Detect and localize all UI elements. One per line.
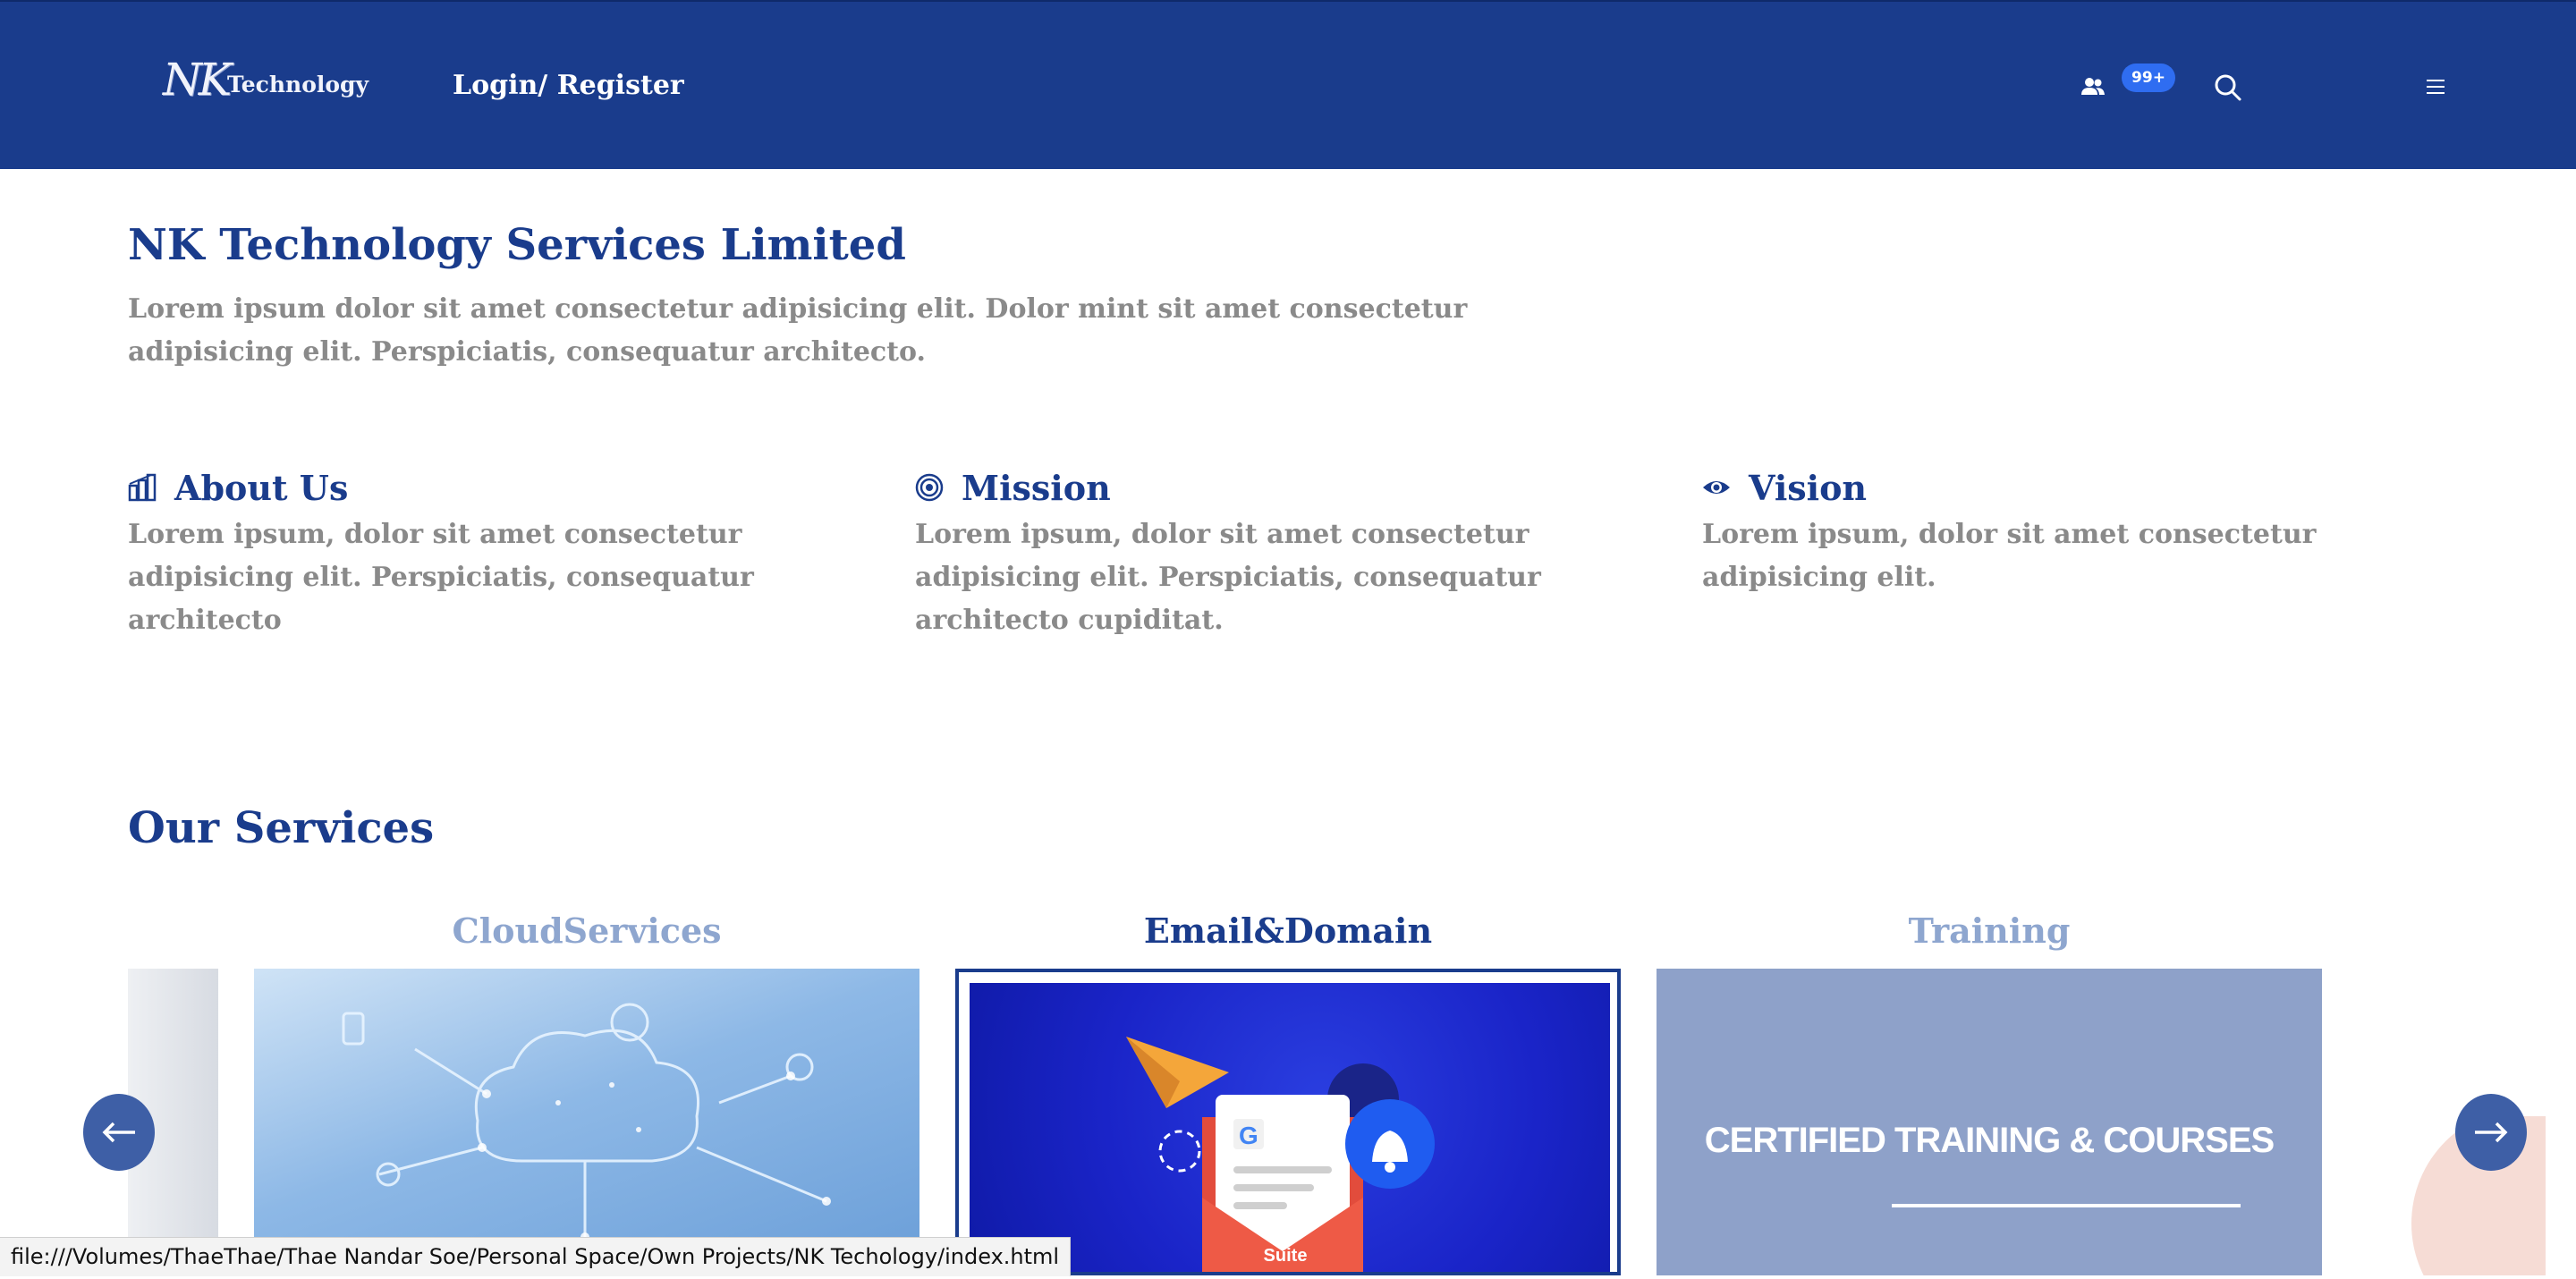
feature-text: Lorem ipsum, dolor sit amet consectetur …	[128, 519, 754, 636]
users-icon[interactable]	[2080, 73, 2106, 100]
service-label-training[interactable]: Training	[1657, 911, 2322, 951]
hamburger-menu-icon[interactable]	[2426, 77, 2445, 97]
search-icon[interactable]	[2213, 72, 2243, 103]
service-label-email[interactable]: Email&Domain	[955, 911, 1621, 951]
training-card-underline	[1892, 1204, 2241, 1207]
logo-wordmark: Technology	[227, 72, 369, 97]
services-section-title: Our Services	[128, 803, 435, 853]
company-title: NK Technology Services Limited	[128, 220, 906, 270]
feature-title: Mission	[962, 467, 1111, 508]
email-illustration: G Suite	[970, 983, 1610, 1272]
email-domain-card[interactable]: G Suite	[955, 969, 1621, 1275]
feature-vision: Vision Lorem ipsum, dolor sit amet conse…	[1702, 465, 2453, 599]
notification-badge: 99+	[2122, 64, 2175, 92]
feature-title: Vision	[1749, 467, 1868, 508]
logo-monogram: NK	[163, 54, 232, 106]
company-intro-text: Lorem ipsum dolor sit amet consectetur a…	[128, 293, 1468, 368]
training-card[interactable]: CERTIFIED TRAINING & COURSES	[1657, 969, 2322, 1275]
svg-text:G: G	[1239, 1122, 1258, 1149]
browser-status-bar: file:///Volumes/ThaeThae/Thae Nandar Soe…	[0, 1237, 1072, 1276]
eye-icon	[1703, 481, 1730, 494]
building-chart-icon	[128, 473, 157, 502]
feature-title: About Us	[174, 467, 349, 508]
carousel-prev-button[interactable]	[83, 1094, 155, 1171]
site-logo[interactable]: NK Technology	[163, 54, 369, 107]
target-icon	[915, 473, 944, 502]
cloud-services-card[interactable]	[254, 969, 919, 1275]
carousel-next-button[interactable]	[2455, 1094, 2527, 1171]
feature-text: Lorem ipsum, dolor sit amet consectetur …	[1702, 519, 2317, 593]
service-label-cloud[interactable]: CloudServices	[254, 911, 919, 951]
feature-mission: Mission Lorem ipsum, dolor sit amet cons…	[915, 465, 1666, 642]
login-register-link[interactable]: Login/ Register	[453, 70, 684, 101]
top-navbar: NK Technology Login/ Register 99+	[0, 0, 2576, 169]
feature-about-us: About Us Lorem ipsum, dolor sit amet con…	[128, 465, 879, 642]
cloud-network-illustration	[342, 1003, 831, 1241]
feature-text: Lorem ipsum, dolor sit amet consectetur …	[915, 519, 1541, 636]
email-card-caption: Suite	[1263, 1246, 1308, 1266]
training-card-caption: CERTIFIED TRAINING & COURSES	[1704, 1121, 2275, 1160]
arrow-left-icon	[102, 1122, 135, 1143]
arrow-right-icon	[2475, 1122, 2508, 1143]
